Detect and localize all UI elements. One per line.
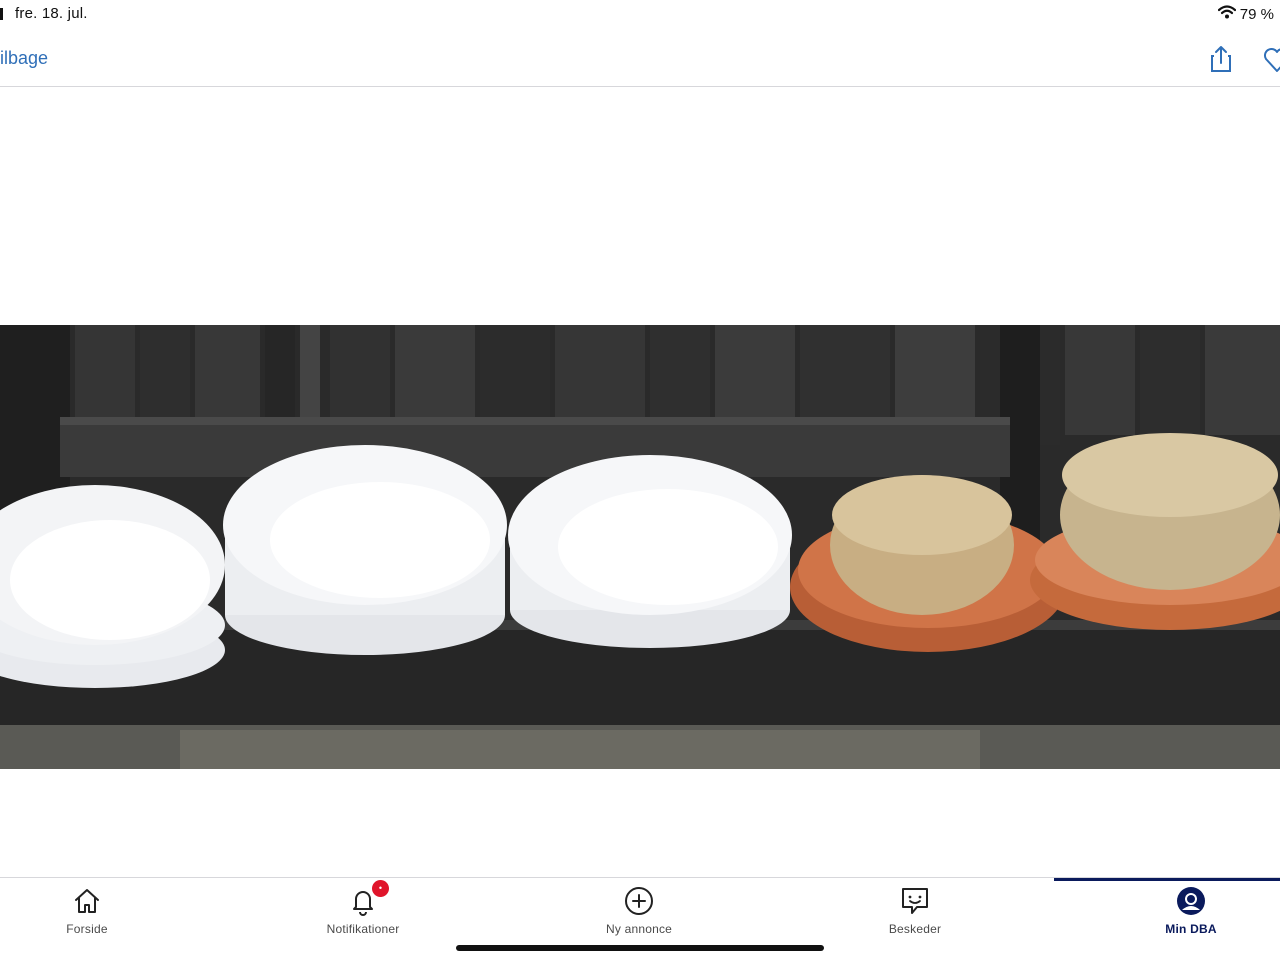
- tab-label-min-dba: Min DBA: [1165, 922, 1217, 936]
- navigation-bar: ilbage: [0, 28, 1280, 87]
- tab-beskeder[interactable]: Beskeder: [815, 878, 1015, 948]
- tab-label-ny-annonce: Ny annonce: [605, 922, 673, 936]
- tab-forside[interactable]: Forside: [0, 878, 187, 948]
- notification-badge: •: [372, 880, 389, 897]
- tab-ny-annonce[interactable]: Ny annonce: [539, 878, 739, 948]
- heart-icon[interactable]: [1262, 44, 1280, 74]
- tab-min-dba[interactable]: Min DBA: [1091, 878, 1280, 948]
- home-icon: [72, 886, 102, 916]
- plus-circle-icon: [624, 886, 654, 916]
- tab-notifikationer[interactable]: Notifikationer: [263, 878, 463, 948]
- tab-label-forside: Forside: [66, 922, 108, 936]
- status-date: fre. 18. jul.: [15, 5, 88, 22]
- listing-photo[interactable]: [0, 325, 1280, 769]
- status-edge-glyph: [0, 8, 3, 20]
- home-indicator: [456, 945, 824, 951]
- chat-icon: [900, 886, 930, 916]
- battery-percentage: 79 %: [1239, 5, 1274, 23]
- status-indicators: 79 %: [1217, 5, 1274, 23]
- tab-label-beskeder: Beskeder: [888, 922, 942, 936]
- share-icon[interactable]: [1206, 44, 1236, 74]
- profile-icon: [1176, 886, 1206, 916]
- status-bar: fre. 18. jul. 79 %: [0, 0, 1280, 28]
- tab-label-notifikationer: Notifikationer: [326, 922, 400, 936]
- back-link[interactable]: ilbage: [0, 48, 48, 69]
- wifi-icon: [1217, 5, 1236, 23]
